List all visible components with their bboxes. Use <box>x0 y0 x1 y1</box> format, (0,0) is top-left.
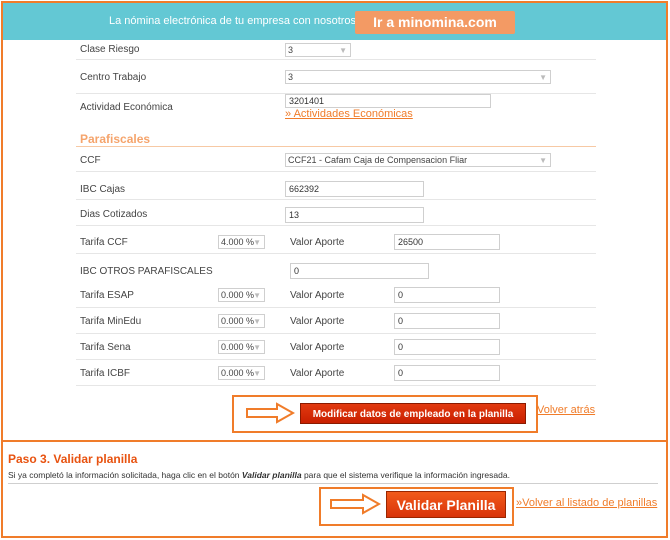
step-divider <box>3 440 666 442</box>
valor-aporte-sena-label: Valor Aporte <box>290 342 345 353</box>
ibc-otros-label: IBC OTROS PARAFISCALES <box>80 266 213 277</box>
dias-cotizados-row: Dias Cotizados 13 <box>76 200 596 226</box>
valor-aporte-esap-label: Valor Aporte <box>290 290 345 301</box>
valor-aporte-minedu-input[interactable]: 0 <box>394 313 500 329</box>
back-link[interactable]: Volver atrás <box>537 404 595 416</box>
tarifa-esap-select[interactable]: 0.000 % ▼ <box>218 288 265 302</box>
centro-trabajo-select[interactable]: 3 ▼ <box>285 70 551 84</box>
tarifa-ccf-label: Tarifa CCF <box>80 237 128 248</box>
minomina-button[interactable]: Ir a minomina.com <box>355 11 515 34</box>
chevron-down-icon: ▼ <box>253 291 261 300</box>
tarifa-esap-label: Tarifa ESAP <box>80 290 134 301</box>
tarifa-icbf-row: Tarifa ICBF 0.000 % ▼ Valor Aporte 0 <box>76 360 596 386</box>
actividad-row: Actividad Económica 3201401 » Actividade… <box>76 94 596 126</box>
tarifa-sena-label: Tarifa Sena <box>80 342 131 353</box>
centro-trabajo-row: Centro Trabajo 3 ▼ <box>76 60 596 94</box>
valor-aporte-minedu-label: Valor Aporte <box>290 316 345 327</box>
clase-riesgo-select[interactable]: 3 ▼ <box>285 43 351 57</box>
centro-trabajo-label: Centro Trabajo <box>80 72 147 83</box>
chevron-down-icon: ▼ <box>539 73 547 82</box>
chevron-down-icon: ▼ <box>339 46 347 55</box>
actividades-link[interactable]: » Actividades Económicas <box>285 108 413 120</box>
back-to-list-link[interactable]: »Volver al listado de planillas <box>516 497 657 509</box>
valor-aporte-icbf-label: Valor Aporte <box>290 368 345 379</box>
tarifa-minedu-label: Tarifa MinEdu <box>80 316 142 327</box>
valor-aporte-sena-input[interactable]: 0 <box>394 339 500 355</box>
valor-aporte-esap-input[interactable]: 0 <box>394 287 500 303</box>
valor-aporte-ccf-input[interactable]: 26500 <box>394 234 500 250</box>
tarifa-minedu-row: Tarifa MinEdu 0.000 % ▼ Valor Aporte 0 <box>76 308 596 334</box>
tarifa-icbf-label: Tarifa ICBF <box>80 368 131 379</box>
arrow-right-icon <box>330 493 381 515</box>
section-divider <box>76 146 596 147</box>
tarifa-ccf-select[interactable]: 4.000 % ▼ <box>218 235 265 249</box>
ccf-label: CCF <box>80 155 101 166</box>
parafiscales-heading: Parafiscales <box>80 132 151 146</box>
modify-employee-button[interactable]: Modificar datos de empleado en la planil… <box>300 403 526 424</box>
tarifa-icbf-select[interactable]: 0.000 % ▼ <box>218 366 265 380</box>
ibc-otros-row: IBC OTROS PARAFISCALES 0 <box>76 254 596 284</box>
ibc-cajas-label: IBC Cajas <box>80 184 126 195</box>
banner-text: La nómina electrónica de tu empresa con … <box>109 15 360 27</box>
step3-divider <box>8 483 658 484</box>
clase-riesgo-label: Clase Riesgo <box>80 44 140 55</box>
tarifa-minedu-select[interactable]: 0.000 % ▼ <box>218 314 265 328</box>
valor-aporte-icbf-input[interactable]: 0 <box>394 365 500 381</box>
promo-banner: La nómina electrónica de tu empresa con … <box>3 3 666 40</box>
ibc-cajas-row: IBC Cajas 662392 <box>76 172 596 200</box>
clase-riesgo-row: Clase Riesgo 3 ▼ <box>76 40 596 60</box>
ccf-row: CCF CCF21 - Cafam Caja de Compensacion F… <box>76 148 596 172</box>
tarifa-esap-row: Tarifa ESAP 0.000 % ▼ Valor Aporte 0 <box>76 284 596 308</box>
chevron-down-icon: ▼ <box>253 317 261 326</box>
dias-cotizados-label: Dias Cotizados <box>80 209 148 220</box>
tarifa-sena-select[interactable]: 0.000 % ▼ <box>218 340 265 354</box>
ccf-select[interactable]: CCF21 - Cafam Caja de Compensacion Fliar… <box>285 153 551 167</box>
actividad-label: Actividad Económica <box>80 102 173 113</box>
tarifa-ccf-row: Tarifa CCF 4.000 % ▼ Valor Aporte 26500 <box>76 226 596 254</box>
ibc-otros-input[interactable]: 0 <box>290 263 429 279</box>
tarifa-sena-row: Tarifa Sena 0.000 % ▼ Valor Aporte 0 <box>76 334 596 360</box>
arrow-right-icon <box>246 402 295 424</box>
ibc-cajas-input[interactable]: 662392 <box>285 181 424 197</box>
step3-description: Si ya completó la información solicitada… <box>8 470 510 480</box>
chevron-down-icon: ▼ <box>253 369 261 378</box>
valor-aporte-ccf-label: Valor Aporte <box>290 237 345 248</box>
chevron-down-icon: ▼ <box>253 343 261 352</box>
chevron-down-icon: ▼ <box>253 238 261 247</box>
chevron-down-icon: ▼ <box>539 156 547 165</box>
actividad-input[interactable]: 3201401 <box>285 94 491 108</box>
dias-cotizados-input[interactable]: 13 <box>285 207 424 223</box>
step3-title: Paso 3. Validar planilla <box>8 452 138 466</box>
validate-button[interactable]: Validar Planilla <box>386 491 506 518</box>
